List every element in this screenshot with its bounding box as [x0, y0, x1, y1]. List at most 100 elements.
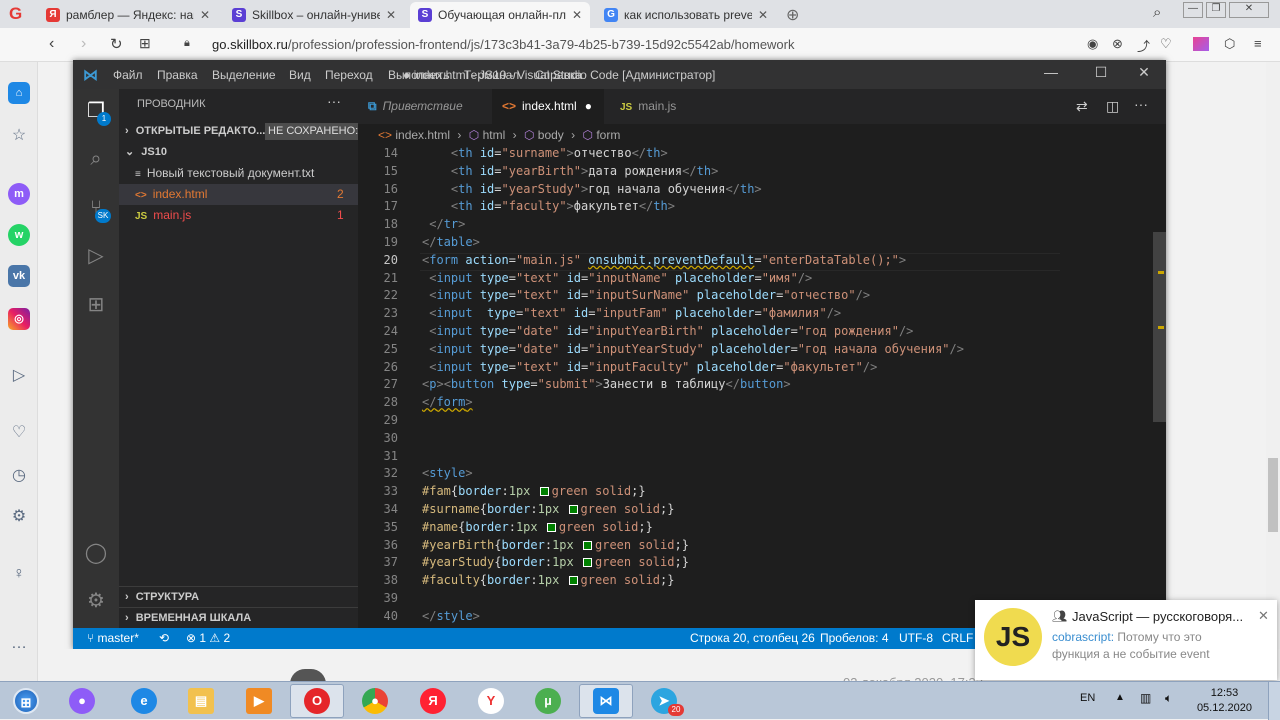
- taskbar-app-opera[interactable]: O: [290, 684, 344, 718]
- taskbar-app-yandex[interactable]: Я: [406, 684, 460, 718]
- taskbar-app-explorer[interactable]: ▤: [174, 684, 228, 718]
- taskbar-app-ie[interactable]: e: [117, 684, 171, 718]
- tab-index-html[interactable]: <> index.html ●: [492, 89, 604, 124]
- file-item[interactable]: ≡ Новый текстовый документ.txt: [119, 163, 358, 184]
- run-debug-icon[interactable]: ▷: [84, 244, 108, 268]
- page-scrollbar-thumb[interactable]: [1268, 458, 1278, 532]
- eol-status[interactable]: CRLF: [942, 628, 973, 649]
- more-icon[interactable]: …: [9, 634, 29, 654]
- url-field[interactable]: go.skillbox.ru/profession/profession-fro…: [212, 37, 795, 52]
- maximize-icon[interactable]: ☐: [1078, 64, 1124, 81]
- line-number: 30: [383, 430, 398, 445]
- explorer-more-icon[interactable]: ···: [327, 93, 341, 109]
- editor-more-icon[interactable]: ···: [1134, 96, 1148, 112]
- code-line: <input type="date" id="inputYearBirth" p…: [429, 324, 914, 338]
- camera-icon[interactable]: ◉: [1087, 36, 1098, 52]
- share-icon[interactable]: ⤴: [1137, 36, 1150, 55]
- open-editors-section[interactable]: › ОТКРЫТЫЕ РЕДАКТО... НЕ СОХРАНЕНО: 1: [119, 121, 371, 142]
- sync-icon[interactable]: ⟲: [159, 628, 169, 649]
- breadcrumb-item[interactable]: html: [483, 128, 506, 142]
- manage-gear-icon[interactable]: ⚙: [84, 589, 108, 613]
- tips-icon[interactable]: ♀: [9, 564, 29, 584]
- minimize-icon[interactable]: —: [1028, 64, 1074, 80]
- breadcrumb-item[interactable]: index.html: [395, 128, 450, 142]
- file-item[interactable]: JS main.js 1: [119, 205, 358, 226]
- notification-close-icon[interactable]: ✕: [1258, 608, 1269, 624]
- tray-arrow-icon[interactable]: ▲: [1115, 692, 1125, 703]
- send-icon[interactable]: ▷: [9, 366, 29, 386]
- bookmarks-icon[interactable]: ☆: [9, 126, 29, 146]
- encoding-status[interactable]: UTF-8: [899, 628, 933, 649]
- tab-main-js[interactable]: JS main.js: [610, 89, 706, 124]
- file-item[interactable]: <> index.html 2: [119, 184, 358, 205]
- home-icon[interactable]: ⌂: [8, 82, 30, 104]
- notification-message: Потому что это: [1117, 630, 1202, 644]
- cursor-position[interactable]: Строка 20, столбец 26: [690, 628, 815, 649]
- browser-tab[interactable]: S Обучающая онлайн-платф ✕: [410, 2, 590, 28]
- tab-welcome[interactable]: ⧉ Приветствие: [358, 89, 488, 124]
- taskbar-app-messenger[interactable]: ●: [55, 684, 109, 718]
- timeline-section[interactable]: › ВРЕМЕННАЯ ШКАЛА: [119, 607, 358, 628]
- instagram-icon[interactable]: ◎: [8, 308, 30, 330]
- breadcrumb-item[interactable]: body: [538, 128, 564, 142]
- back-icon[interactable]: ‹: [49, 35, 54, 53]
- page-scrollbar[interactable]: [1266, 62, 1280, 681]
- taskbar-app-vscode[interactable]: ⋈: [579, 684, 633, 718]
- history-icon[interactable]: ◷: [9, 466, 29, 486]
- taskbar-app-chrome[interactable]: ●: [348, 684, 402, 718]
- vk-icon[interactable]: vk: [8, 265, 30, 287]
- new-tab-icon[interactable]: ⊕: [786, 5, 799, 25]
- search-tabs-icon[interactable]: ⌕: [1153, 4, 1161, 21]
- outline-section[interactable]: › СТРУКТУРА: [119, 586, 358, 607]
- branch-status[interactable]: ⑂ master*: [87, 628, 139, 649]
- editor-scrollbar[interactable]: [1153, 146, 1166, 628]
- speed-dial-icon[interactable]: ⊞: [139, 35, 151, 52]
- close-browser-icon[interactable]: ✕: [1229, 2, 1269, 18]
- favorites-icon[interactable]: ♡: [9, 423, 29, 443]
- minimize-browser-icon[interactable]: —: [1183, 2, 1203, 18]
- tab-close-icon[interactable]: ✕: [200, 8, 210, 22]
- extensions-icon[interactable]: ⊞: [84, 293, 108, 317]
- taskbar-app-media[interactable]: ▶: [232, 684, 286, 718]
- reload-icon[interactable]: ↻: [110, 35, 123, 53]
- browser-tab[interactable]: S Skillbox – онлайн-универс ✕: [224, 2, 404, 28]
- browser-tab[interactable]: Ярамблер — Яндекс: нашл ✕: [38, 2, 218, 28]
- extension-icon[interactable]: [1193, 37, 1209, 51]
- restore-browser-icon[interactable]: ❐: [1206, 2, 1226, 18]
- close-icon[interactable]: ✕: [1121, 64, 1167, 81]
- volume-icon[interactable]: 🔈︎: [1165, 691, 1172, 706]
- code-line: <input type="text" id="inputName" placeh…: [429, 270, 813, 285]
- adblock-icon[interactable]: ⊗: [1112, 36, 1123, 52]
- whatsapp-icon[interactable]: w: [8, 224, 30, 246]
- heart-icon[interactable]: ♡: [1160, 36, 1172, 52]
- problems-status[interactable]: ⊗ 1 ⚠ 2: [186, 628, 230, 649]
- start-button[interactable]: ⊞: [0, 684, 52, 718]
- cube-icon[interactable]: ⬡: [1224, 36, 1235, 52]
- taskbar-app-yandex-browser[interactable]: Y: [464, 684, 518, 718]
- unsaved-dot-icon[interactable]: ●: [585, 99, 592, 113]
- code-editor[interactable]: 14 15 16 17 18 19 20 21 22 23 24 25 26 27 28 29 30 31 32 33…: [358, 146, 1166, 628]
- settings-icon[interactable]: ⚙: [9, 507, 29, 527]
- opera-logo-icon[interactable]: G: [9, 5, 27, 23]
- account-icon[interactable]: ◯: [84, 541, 108, 565]
- tab-favicon-icon: S: [418, 8, 432, 22]
- messenger-icon[interactable]: m: [8, 183, 30, 205]
- tab-close-icon[interactable]: ✕: [758, 8, 768, 22]
- taskbar-app-utorrent[interactable]: µ: [521, 684, 575, 718]
- folder-js10[interactable]: ⌄ JS10: [119, 142, 358, 163]
- taskbar-clock[interactable]: 12:53 05.12.2020: [1197, 686, 1252, 716]
- menu-icon[interactable]: ≡: [1254, 36, 1262, 51]
- breadcrumb-item[interactable]: form: [596, 128, 620, 142]
- indent-status[interactable]: Пробелов: 4: [820, 628, 889, 649]
- search-icon[interactable]: ⌕: [84, 147, 108, 171]
- network-icon[interactable]: ▥: [1140, 691, 1151, 705]
- show-desktop-button[interactable]: [1268, 682, 1280, 720]
- forward-icon[interactable]: ›: [81, 35, 86, 53]
- tab-close-icon[interactable]: ✕: [386, 8, 396, 22]
- split-editor-icon[interactable]: ◫: [1106, 98, 1119, 115]
- notification-popup[interactable]: JS 👥︎ JavaScript — русскоговоря... ✕ cob…: [975, 600, 1277, 680]
- language-indicator[interactable]: EN: [1080, 692, 1095, 704]
- browser-tab[interactable]: Gкак использовать prevent ✕: [596, 2, 776, 28]
- compare-icon[interactable]: ⇄: [1076, 98, 1088, 115]
- tab-close-icon[interactable]: ✕: [572, 8, 582, 22]
